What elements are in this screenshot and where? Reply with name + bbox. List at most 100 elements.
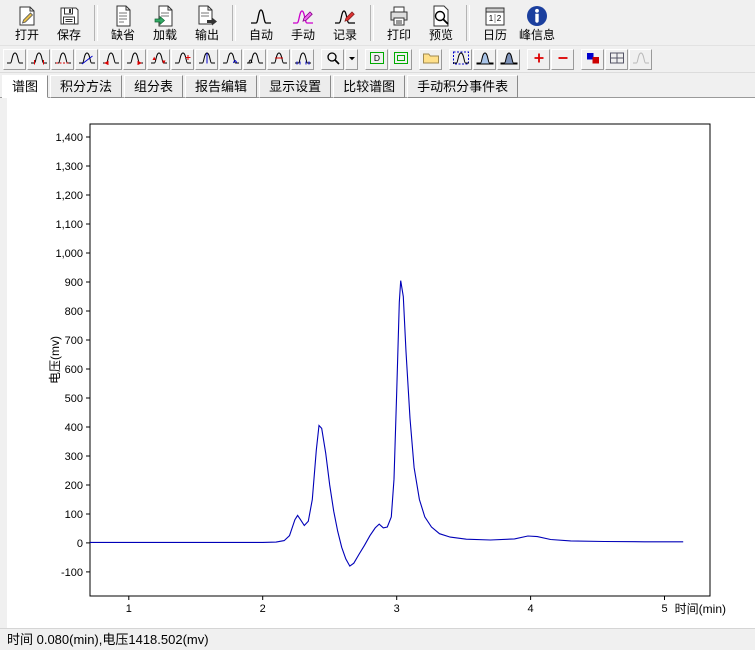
peak-move-start-left-button[interactable] bbox=[99, 48, 122, 70]
svg-text:900: 900 bbox=[65, 277, 83, 289]
tab-report-edit[interactable]: 报告编辑 bbox=[185, 75, 258, 98]
overlay-box-icon bbox=[452, 51, 470, 68]
auto-integrate-label: 自动 bbox=[248, 28, 273, 42]
record-label: 记录 bbox=[332, 28, 357, 42]
overlay-shade-icon bbox=[500, 51, 518, 68]
peak-up-down-markers-button[interactable] bbox=[147, 48, 170, 70]
tab-bar: 谱图 积分方法 组分表 报告编辑 显示设置 比较谱图 手动积分事件表 bbox=[0, 73, 755, 98]
save-label: 保存 bbox=[56, 28, 81, 42]
open-overlay-file-button[interactable] bbox=[419, 48, 442, 70]
peak-plus-icon bbox=[174, 51, 192, 68]
svg-text:1,000: 1,000 bbox=[55, 248, 83, 260]
svg-text:200: 200 bbox=[65, 480, 83, 492]
svg-text:1,400: 1,400 bbox=[55, 132, 83, 144]
peak-info-button[interactable]: 峰信息 bbox=[516, 2, 558, 44]
secondary-toolbar: D bbox=[0, 46, 755, 73]
svg-text:600: 600 bbox=[65, 364, 83, 376]
toolbar-separator bbox=[232, 5, 236, 41]
calendar-label: 日历 bbox=[482, 28, 507, 42]
peak-left-icon bbox=[102, 51, 120, 68]
peak-ticks-icon bbox=[294, 51, 312, 68]
main-toolbar: 打开 保存 缺省 加载 输出 自动 手动 记录 打印 预览 1 2 日历 峰信息 bbox=[0, 0, 755, 46]
svg-text:-100: -100 bbox=[61, 567, 83, 579]
peak-valley-icon bbox=[222, 51, 240, 68]
tab-display-settings[interactable]: 显示设置 bbox=[259, 75, 332, 98]
peak-updown-icon bbox=[150, 51, 168, 68]
peak-baseline-button[interactable] bbox=[3, 48, 26, 70]
peak-add-button[interactable] bbox=[171, 48, 194, 70]
peak-baseline-dash-button[interactable] bbox=[51, 48, 74, 70]
plus-red-icon bbox=[530, 51, 548, 68]
svg-text:3: 3 bbox=[394, 603, 400, 615]
app-window: 打开 保存 缺省 加载 输出 自动 手动 记录 打印 预览 1 2 日历 峰信息 D 谱图 积分方法 组分表报… bbox=[0, 0, 755, 650]
zoom-icon bbox=[324, 51, 342, 68]
svg-text:1,100: 1,100 bbox=[55, 219, 83, 231]
open-icon bbox=[14, 3, 40, 28]
svg-text:300: 300 bbox=[65, 451, 83, 463]
preview-icon bbox=[428, 3, 454, 28]
svg-text:2: 2 bbox=[497, 14, 502, 23]
svg-text:4: 4 bbox=[528, 603, 534, 615]
calendar-button[interactable]: 1 2 日历 bbox=[474, 2, 516, 44]
print-preview-label: 预览 bbox=[428, 28, 453, 42]
view-full-button[interactable] bbox=[389, 48, 412, 70]
peak-tangent-skim-button[interactable] bbox=[75, 48, 98, 70]
svg-text:100: 100 bbox=[65, 509, 83, 521]
save-button[interactable]: 保存 bbox=[48, 2, 90, 44]
doc-export-icon bbox=[194, 3, 220, 28]
overlay-shade-button[interactable] bbox=[497, 48, 520, 70]
zoom-dropdown-button[interactable] bbox=[345, 48, 358, 70]
peak-half-icon bbox=[270, 51, 288, 68]
minus-red-icon bbox=[554, 51, 572, 68]
tile-view-button[interactable] bbox=[605, 48, 628, 70]
info-icon bbox=[524, 3, 550, 28]
overlay-box-button[interactable] bbox=[449, 48, 472, 70]
peak-marks-icon bbox=[30, 51, 48, 68]
peak-half-width-button[interactable] bbox=[267, 48, 290, 70]
tab-component-table[interactable]: 组分表 bbox=[124, 75, 184, 98]
svg-text:0: 0 bbox=[77, 538, 83, 550]
svg-text:400: 400 bbox=[65, 422, 83, 434]
peak-drop-icon bbox=[198, 51, 216, 68]
doc-default-icon bbox=[110, 3, 136, 28]
peak-move-end-right-button[interactable] bbox=[123, 48, 146, 70]
export-button[interactable]: 输出 bbox=[186, 2, 228, 44]
svg-text:1,300: 1,300 bbox=[55, 161, 83, 173]
overlay-add-button[interactable] bbox=[527, 48, 550, 70]
manual-integrate-button[interactable]: 手动 bbox=[282, 2, 324, 44]
peak-valley-button[interactable] bbox=[219, 48, 242, 70]
svg-text:时间(min): 时间(min) bbox=[675, 602, 726, 616]
peak-shoulder-button[interactable] bbox=[243, 48, 266, 70]
open-label: 打开 bbox=[14, 28, 39, 42]
tab-manual-integration-events[interactable]: 手动积分事件表 bbox=[407, 75, 519, 98]
print-preview-button[interactable]: 预览 bbox=[420, 2, 462, 44]
print-label: 打印 bbox=[386, 28, 411, 42]
export-label: 输出 bbox=[194, 28, 219, 42]
view-full-icon bbox=[392, 51, 410, 68]
calendar-icon: 12 bbox=[482, 3, 508, 28]
print-button[interactable]: 打印 bbox=[378, 2, 420, 44]
default-button[interactable]: 缺省 bbox=[102, 2, 144, 44]
view-d-icon: D bbox=[368, 51, 386, 68]
chromatogram-chart[interactable]: -100 0 100 200 300 400 500 600 700 800 900 1,000 1,1… bbox=[7, 98, 747, 622]
tab-chromatogram[interactable]: 谱图 bbox=[2, 75, 49, 98]
open-button[interactable]: 打开 bbox=[6, 2, 48, 44]
status-text: 时间 0.080(min),电压1418.502(mv) bbox=[7, 632, 209, 647]
save-icon bbox=[56, 3, 82, 28]
overlay-remove-button[interactable] bbox=[551, 48, 574, 70]
overlay-colors-button[interactable] bbox=[581, 48, 604, 70]
peak-start-end-button[interactable] bbox=[27, 48, 50, 70]
auto-integrate-button[interactable]: 自动 bbox=[240, 2, 282, 44]
record-button[interactable]: 记录 bbox=[324, 2, 366, 44]
color-squares-icon bbox=[584, 51, 602, 68]
load-button[interactable]: 加载 bbox=[144, 2, 186, 44]
view-default-button[interactable]: D bbox=[365, 48, 388, 70]
tab-compare-chromatogram[interactable]: 比较谱图 bbox=[333, 75, 406, 98]
overlay-fill-button[interactable] bbox=[473, 48, 496, 70]
peak-drop-line-button[interactable] bbox=[195, 48, 218, 70]
zoom-button[interactable] bbox=[321, 48, 344, 70]
manual-peak-icon bbox=[290, 3, 316, 28]
peak-baseline-ticks-button[interactable] bbox=[291, 48, 314, 70]
peak-tangent-icon bbox=[78, 51, 96, 68]
tab-integration-method[interactable]: 积分方法 bbox=[50, 75, 123, 98]
